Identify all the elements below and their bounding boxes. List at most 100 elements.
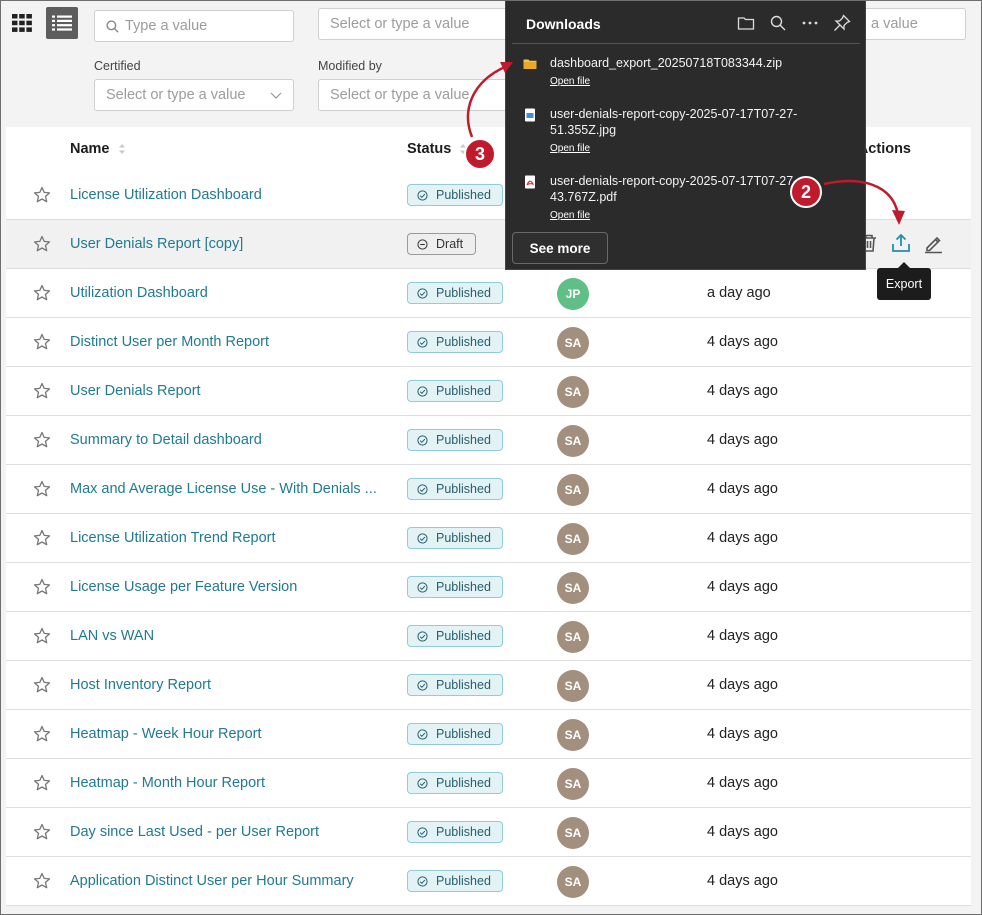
modified-by-select[interactable]: Select or type a value xyxy=(318,79,518,111)
dashboard-name-link[interactable]: Utilization Dashboard xyxy=(70,285,208,301)
table-row[interactable]: Utilization Dashboard Published JP a day ag… xyxy=(6,269,971,318)
favorite-star-icon[interactable] xyxy=(33,333,51,351)
certified-select[interactable]: Select or type a value xyxy=(94,79,294,111)
check-circle-icon xyxy=(417,287,428,299)
filter-select-1-placeholder: Select or type a value xyxy=(330,16,470,32)
see-more-button[interactable]: See more xyxy=(512,232,608,264)
filter-select-3[interactable]: a value xyxy=(858,8,966,40)
avatar: SA xyxy=(557,866,589,898)
column-name-label: Name xyxy=(70,141,110,157)
table-row[interactable]: Heatmap - Month Hour Report Published SA 4 … xyxy=(6,759,971,808)
modified-time: 4 days ago xyxy=(707,334,778,350)
downloads-divider xyxy=(512,43,860,44)
open-folder-icon[interactable] xyxy=(737,14,755,32)
check-circle-icon xyxy=(417,434,428,446)
check-circle-icon xyxy=(417,728,428,740)
favorite-star-icon[interactable] xyxy=(33,235,51,253)
dashboard-name-link[interactable]: License Utilization Dashboard xyxy=(70,187,262,203)
status-label: Published xyxy=(436,629,491,643)
favorite-star-icon[interactable] xyxy=(33,774,51,792)
favorite-star-icon[interactable] xyxy=(33,578,51,596)
open-file-link[interactable]: Open file xyxy=(550,76,590,87)
list-view-button[interactable] xyxy=(46,7,78,39)
dashboard-name-link[interactable]: Summary to Detail dashboard xyxy=(70,432,262,448)
dashboard-name-link[interactable]: License Utilization Trend Report xyxy=(70,530,276,546)
column-header-name[interactable]: Name xyxy=(70,141,126,157)
table-row[interactable]: Heatmap - Week Hour Report Published SA 4 d… xyxy=(6,710,971,759)
modified-time: 4 days ago xyxy=(707,383,778,399)
modified-time: 4 days ago xyxy=(707,579,778,595)
favorite-star-icon[interactable] xyxy=(33,431,51,449)
search-icon[interactable] xyxy=(769,14,787,32)
search-input[interactable]: Type a value xyxy=(94,10,294,42)
dashboard-name-link[interactable]: License Usage per Feature Version xyxy=(70,579,297,595)
favorite-star-icon[interactable] xyxy=(33,725,51,743)
status-badge: Published xyxy=(407,674,503,696)
status-label: Draft xyxy=(436,237,464,251)
table-row[interactable]: License Utilization Trend Report Publishe… xyxy=(6,514,971,563)
dashboard-name-link[interactable]: Heatmap - Month Hour Report xyxy=(70,775,265,791)
dashboard-name-link[interactable]: Heatmap - Week Hour Report xyxy=(70,726,262,742)
table-row[interactable]: Host Inventory Report Published SA 4 days a… xyxy=(6,661,971,710)
table-row[interactable]: Day since Last Used - per User Report Pub… xyxy=(6,808,971,857)
status-label: Published xyxy=(436,188,491,202)
download-item[interactable]: dashboard_export_20250718T083344.zip Ope… xyxy=(506,55,866,91)
check-circle-icon xyxy=(417,483,428,495)
sort-icon xyxy=(118,144,125,154)
favorite-star-icon[interactable] xyxy=(33,823,51,841)
modified-by-placeholder: Select or type a value xyxy=(330,87,470,103)
status-badge: Published xyxy=(407,429,503,451)
favorite-star-icon[interactable] xyxy=(33,186,51,204)
dashboard-name-link[interactable]: LAN vs WAN xyxy=(70,628,154,644)
favorite-star-icon[interactable] xyxy=(33,284,51,302)
status-badge: Published xyxy=(407,576,503,598)
table-row[interactable]: License Usage per Feature Version Publish… xyxy=(6,563,971,612)
pin-icon[interactable] xyxy=(833,14,851,32)
dashboard-name-link[interactable]: User Denials Report [copy] xyxy=(70,236,243,252)
avatar: SA xyxy=(557,572,589,604)
avatar: SA xyxy=(557,719,589,751)
export-icon[interactable] xyxy=(890,232,912,254)
filter-select-1[interactable]: Select or type a value xyxy=(318,8,518,40)
table-row[interactable]: Application Distinct User per Hour Summa… xyxy=(6,857,971,906)
more-options-icon[interactable] xyxy=(801,14,819,32)
dashboard-name-link[interactable]: Application Distinct User per Hour Summa… xyxy=(70,873,354,889)
favorite-star-icon[interactable] xyxy=(33,872,51,890)
certified-placeholder: Select or type a value xyxy=(106,87,246,103)
favorite-star-icon[interactable] xyxy=(33,627,51,645)
table-row[interactable]: Max and Average License Use - With Denia… xyxy=(6,465,971,514)
dashboard-name-link[interactable]: Max and Average License Use - With Denia… xyxy=(70,481,377,497)
status-label: Published xyxy=(436,825,491,839)
status-label: Published xyxy=(436,384,491,398)
column-header-status[interactable]: Status xyxy=(407,141,467,157)
table-row[interactable]: LAN vs WAN Published SA 4 days ago xyxy=(6,612,971,661)
status-label: Published xyxy=(436,678,491,692)
edit-icon[interactable] xyxy=(922,232,944,254)
grid-view-button[interactable] xyxy=(6,7,38,39)
dashboard-name-link[interactable]: Day since Last Used - per User Report xyxy=(70,824,319,840)
favorite-star-icon[interactable] xyxy=(33,676,51,694)
grid-view-icon xyxy=(12,14,32,32)
status-badge: Published xyxy=(407,527,503,549)
open-file-link[interactable]: Open file xyxy=(550,143,590,154)
status-label: Published xyxy=(436,727,491,741)
open-file-link[interactable]: Open file xyxy=(550,210,590,221)
status-badge: Published xyxy=(407,821,503,843)
avatar: SA xyxy=(557,768,589,800)
table-row[interactable]: Distinct User per Month Report Published S… xyxy=(6,318,971,367)
dashboard-name-link[interactable]: User Denials Report xyxy=(70,383,201,399)
table-row[interactable]: Summary to Detail dashboard Published SA 4 … xyxy=(6,416,971,465)
download-item[interactable]: user-denials-report-copy-2025-07-17T07-2… xyxy=(506,106,866,156)
status-label: Published xyxy=(436,335,491,349)
modified-time: 4 days ago xyxy=(707,824,778,840)
dashboard-name-link[interactable]: Host Inventory Report xyxy=(70,677,211,693)
favorite-star-icon[interactable] xyxy=(33,382,51,400)
status-badge: Draft xyxy=(407,233,476,255)
favorite-star-icon[interactable] xyxy=(33,480,51,498)
favorite-star-icon[interactable] xyxy=(33,529,51,547)
dashboard-name-link[interactable]: Distinct User per Month Report xyxy=(70,334,269,350)
check-circle-icon xyxy=(417,336,428,348)
table-row[interactable]: User Denials Report Published SA 4 days ago xyxy=(6,367,971,416)
check-circle-icon xyxy=(417,385,428,397)
download-filename: user-denials-report-copy-2025-07-17T07-2… xyxy=(550,174,798,204)
